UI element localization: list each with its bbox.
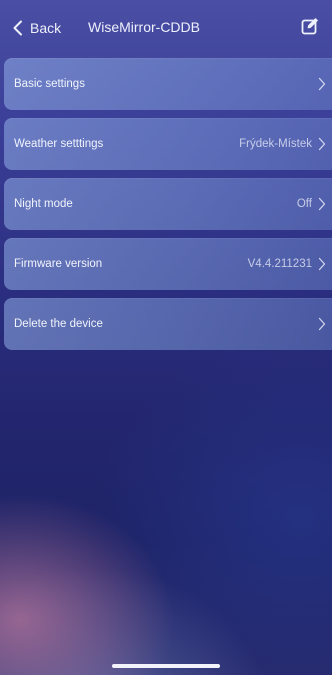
basic-settings-row[interactable]: Basic settings [4, 58, 332, 110]
edit-icon[interactable] [300, 16, 320, 36]
row-value: V4.4.211231 [247, 258, 312, 270]
page-title: WiseMirror-CDDB [88, 19, 200, 35]
chevron-right-icon [318, 137, 326, 151]
row-value: Off [296, 198, 312, 210]
row-label: Night mode [14, 198, 73, 210]
delete-device-row[interactable]: Delete the device [4, 298, 332, 350]
row-label: Delete the device [14, 318, 103, 330]
row-value: Frýdek-Místek [239, 138, 312, 150]
night-mode-row[interactable]: Night mode Off [4, 178, 332, 230]
chevron-right-icon [318, 257, 326, 271]
chevron-right-icon [318, 317, 326, 331]
row-label: Weather setttings [14, 138, 104, 150]
device-settings-screen: Back WiseMirror-CDDB Basic settings Weat… [0, 0, 332, 675]
row-label: Firmware version [14, 258, 103, 270]
back-button[interactable]: Back [12, 18, 61, 38]
home-indicator[interactable] [112, 664, 220, 668]
weather-settings-row[interactable]: Weather setttings Frýdek-Místek [4, 118, 332, 170]
chevron-left-icon [13, 20, 22, 36]
nav-header: Back WiseMirror-CDDB [0, 0, 332, 56]
firmware-version-row[interactable]: Firmware version V4.4.211231 [4, 238, 332, 290]
settings-list: Basic settings Weather setttings Frýdek-… [0, 58, 332, 358]
chevron-right-icon [318, 197, 326, 211]
chevron-right-icon [318, 77, 326, 91]
row-label: Basic settings [14, 78, 85, 90]
back-label: Back [30, 20, 62, 36]
